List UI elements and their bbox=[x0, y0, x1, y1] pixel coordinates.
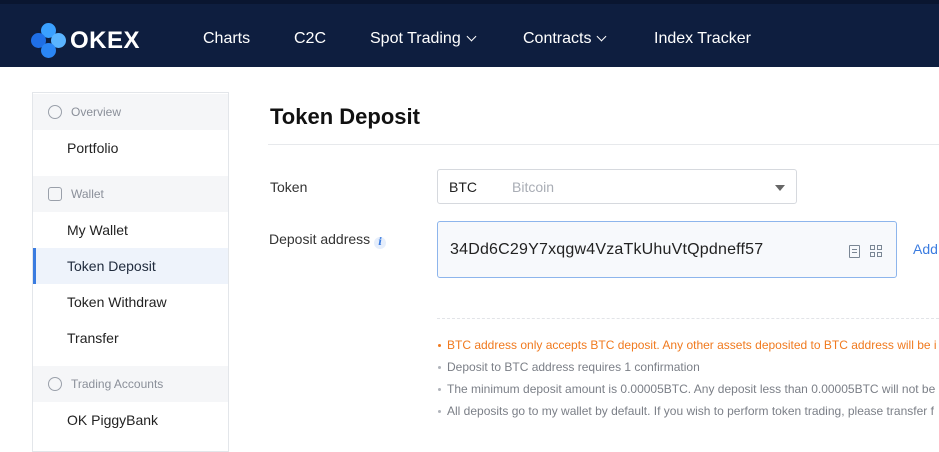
logo-icon bbox=[30, 22, 68, 60]
sidebar-item-portfolio[interactable]: Portfolio bbox=[33, 130, 228, 166]
sidebar-item-label: OK PiggyBank bbox=[67, 412, 159, 428]
token-symbol: BTC bbox=[449, 178, 477, 195]
sidebar-item-label: My Wallet bbox=[67, 222, 128, 238]
top-nav-bar: OKEX Charts C2C Spot Trading Contracts I… bbox=[0, 0, 939, 67]
sidebar-group-overview: Overview bbox=[33, 94, 228, 130]
sidebar-group-label: Overview bbox=[71, 105, 122, 119]
nav-contracts-label: Contracts bbox=[523, 30, 592, 47]
sidebar-group-wallet: Wallet bbox=[33, 176, 228, 212]
caret-down-icon bbox=[775, 185, 785, 191]
note-item: All deposits go to my wallet by default.… bbox=[437, 403, 939, 425]
sidebar-item-label: Token Withdraw bbox=[67, 294, 167, 310]
nav-index-tracker[interactable]: Index Tracker bbox=[654, 30, 751, 48]
exchange-icon bbox=[48, 377, 62, 391]
notes-divider bbox=[437, 318, 939, 319]
sidebar-group-trading-accounts: Trading Accounts bbox=[33, 366, 228, 402]
token-label: Token bbox=[270, 179, 308, 195]
page-title: Token Deposit bbox=[270, 104, 420, 129]
nav-charts[interactable]: Charts bbox=[203, 30, 250, 48]
pie-chart-icon bbox=[48, 105, 62, 119]
deposit-notes: BTC address only accepts BTC deposit. An… bbox=[437, 337, 939, 425]
okex-logo[interactable]: OKEX bbox=[30, 22, 140, 60]
sidebar-group-label: Wallet bbox=[71, 187, 104, 201]
deposit-address-label: Deposit address bbox=[269, 231, 371, 247]
note-item-warning: BTC address only accepts BTC deposit. An… bbox=[437, 337, 939, 359]
chevron-down-icon bbox=[597, 31, 607, 42]
sidebar-group-label: Trading Accounts bbox=[71, 377, 164, 391]
sidebar-item-my-wallet[interactable]: My Wallet bbox=[33, 212, 228, 248]
sidebar-item-token-withdraw[interactable]: Token Withdraw bbox=[33, 284, 228, 320]
copy-icon[interactable] bbox=[849, 245, 860, 258]
nav-contracts[interactable]: Contracts bbox=[523, 30, 607, 48]
sidebar-item-label: Transfer bbox=[67, 330, 119, 346]
title-divider bbox=[268, 144, 939, 145]
info-icon[interactable]: i bbox=[374, 237, 387, 249]
nav-c2c[interactable]: C2C bbox=[294, 30, 326, 48]
deposit-address-value[interactable]: 34Dd6C29Y7xqgw4VzaTkUhuVtQpdneff57 bbox=[450, 241, 763, 259]
deposit-address-label-wrap: Deposit address i bbox=[269, 231, 387, 249]
token-name: Bitcoin bbox=[512, 178, 555, 195]
sidebar-item-label: Portfolio bbox=[67, 140, 119, 156]
qr-code-icon[interactable] bbox=[870, 245, 883, 258]
sidebar-item-label: Token Deposit bbox=[67, 258, 156, 274]
wallet-icon bbox=[48, 187, 62, 201]
note-item: Deposit to BTC address requires 1 confir… bbox=[437, 359, 939, 381]
sidebar-item-transfer[interactable]: Transfer bbox=[33, 320, 228, 356]
chevron-down-icon bbox=[466, 31, 477, 42]
sidebar-item-ok-piggybank[interactable]: OK PiggyBank bbox=[33, 402, 228, 438]
nav-spot-trading[interactable]: Spot Trading bbox=[370, 30, 477, 48]
nav-spot-trading-label: Spot Trading bbox=[370, 30, 461, 47]
brand-name: OKEX bbox=[70, 27, 141, 54]
note-item: The minimum deposit amount is 0.00005BTC… bbox=[437, 381, 939, 403]
add-address-link[interactable]: Add bbox=[913, 241, 938, 257]
sidebar-item-token-deposit[interactable]: Token Deposit bbox=[33, 248, 228, 284]
sidebar: Overview Portfolio Wallet My Wallet Toke… bbox=[32, 92, 229, 452]
deposit-address-box: 34Dd6C29Y7xqgw4VzaTkUhuVtQpdneff57 bbox=[437, 221, 897, 278]
token-select[interactable]: BTC Bitcoin bbox=[437, 169, 797, 204]
